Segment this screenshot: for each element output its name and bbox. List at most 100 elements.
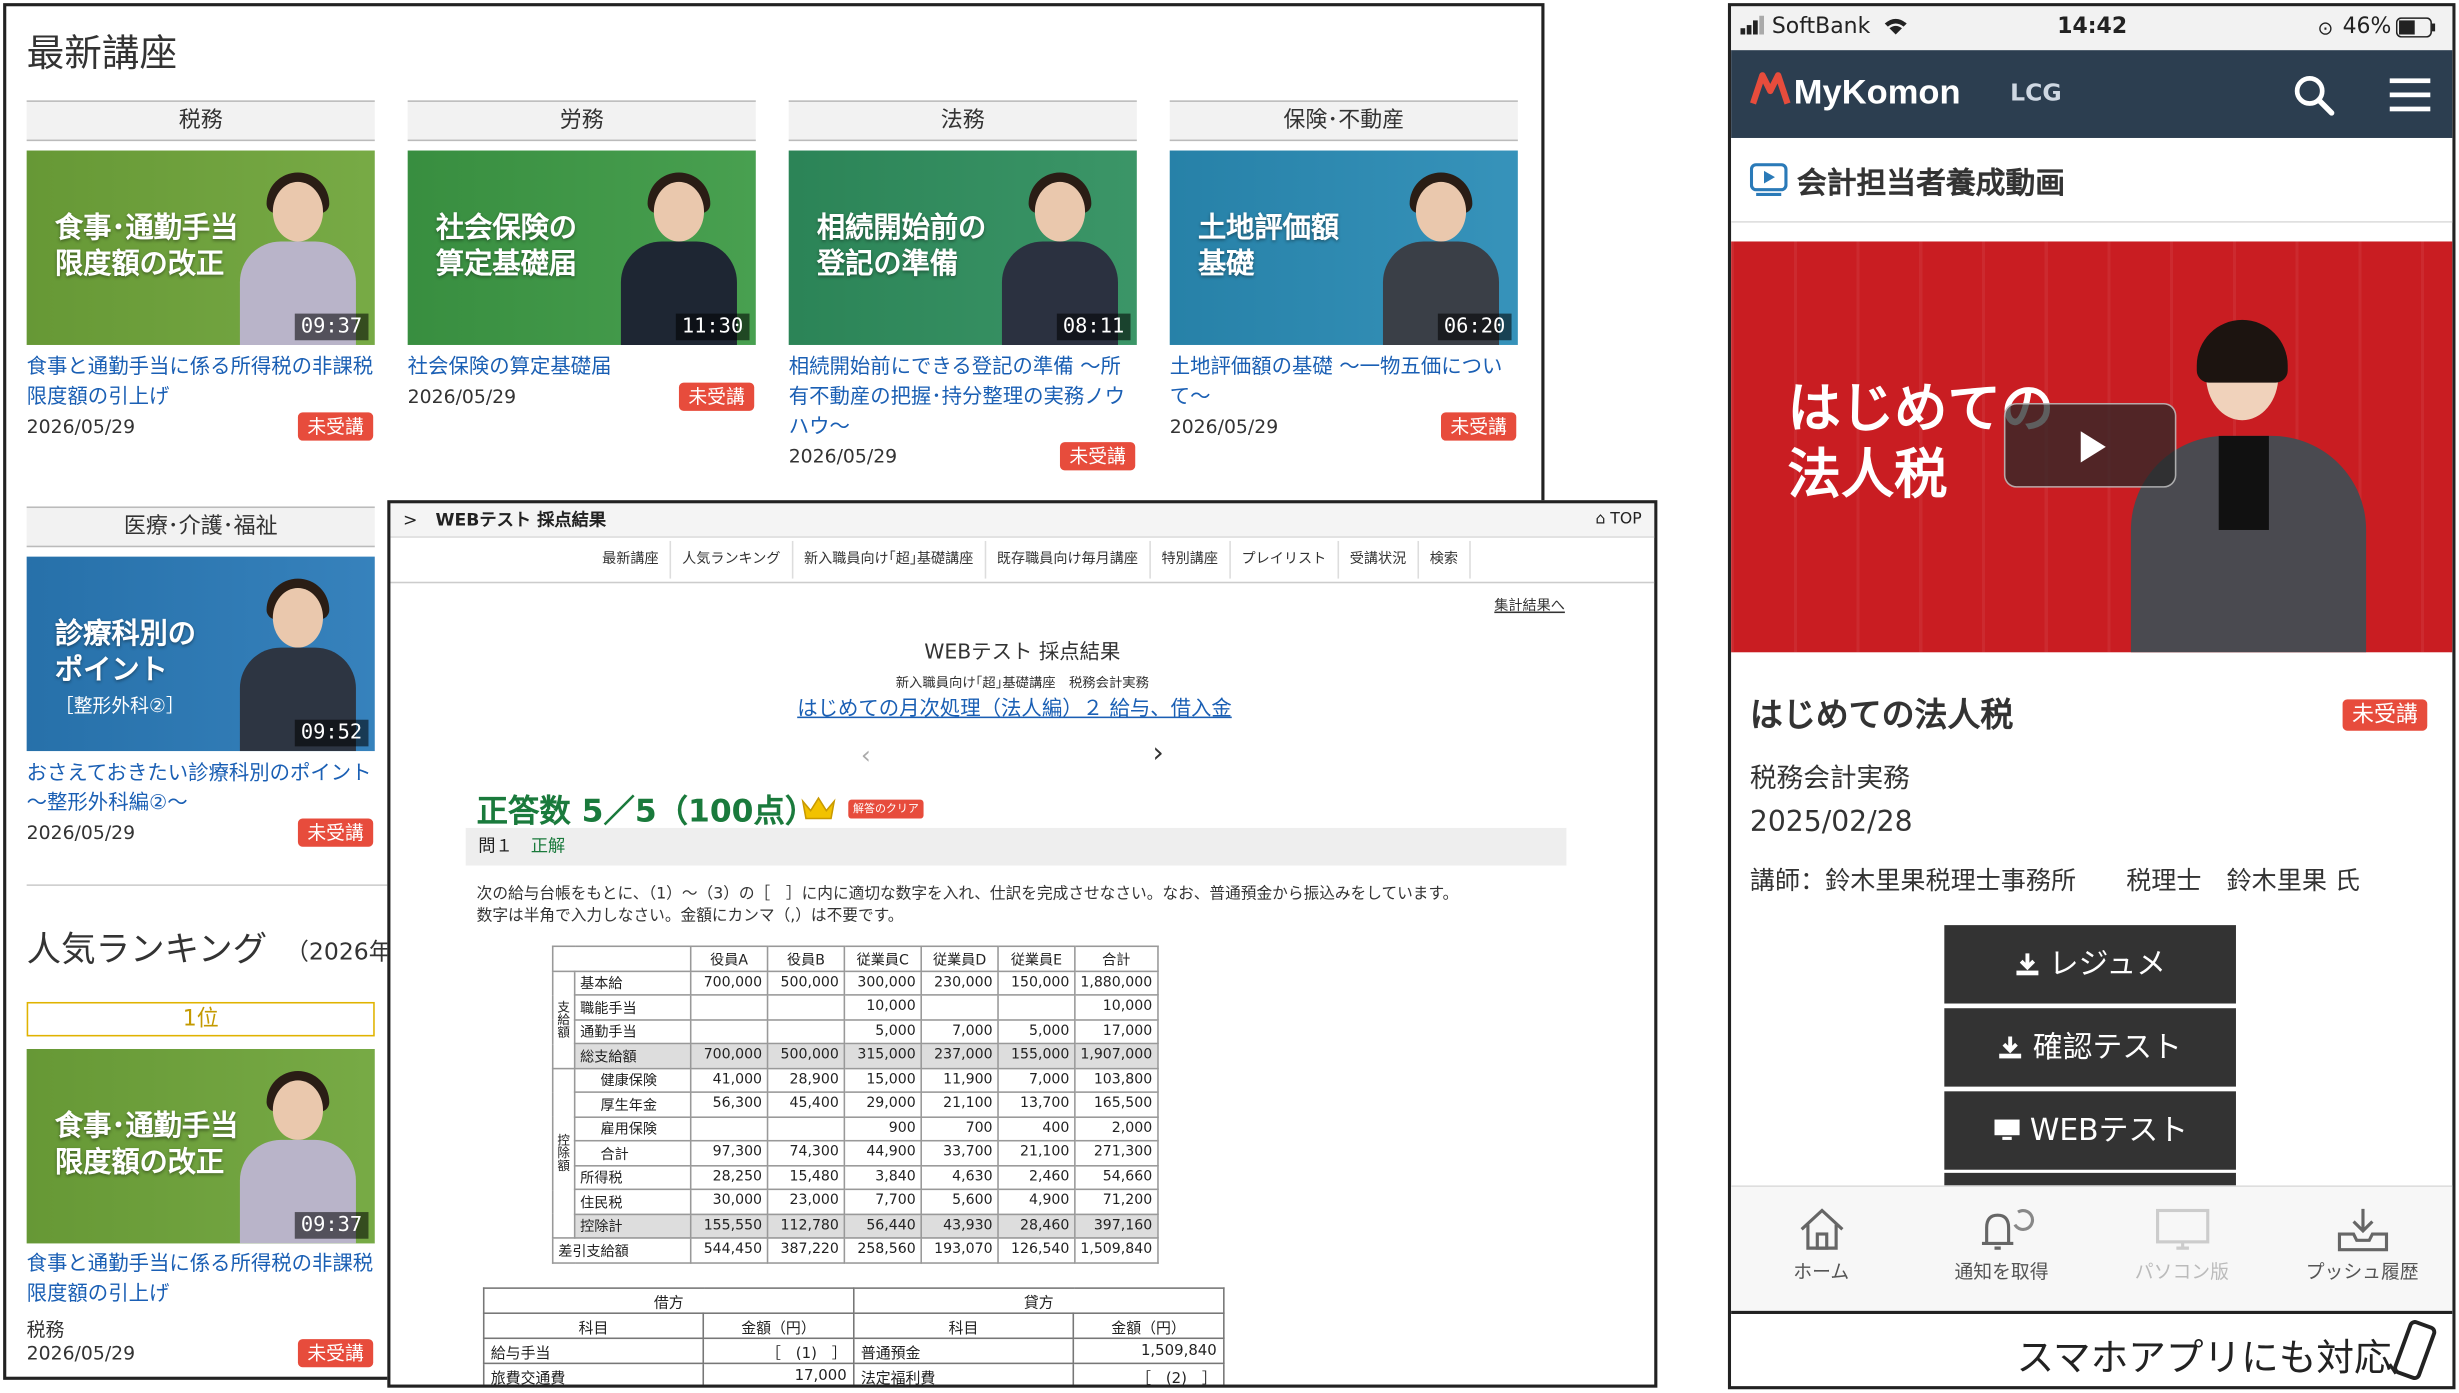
course-link[interactable]: 社会保険の算定基礎届 — [408, 353, 756, 383]
prev-arrow-icon[interactable]: ‹ — [861, 740, 871, 770]
play-icon — [2080, 431, 2106, 463]
cell: 258,560 — [843, 1237, 922, 1263]
table-row: 職能手当 10,000 10,000 — [553, 994, 1159, 1020]
nav-item[interactable]: 既存職員向け毎月講座 — [986, 540, 1151, 579]
salary-table-wrap: 役員A 役員B 従業員C 従業員D 従業員E 合計 支給額 基本給 700,000 500,000… — [551, 945, 1159, 1264]
thumbnail-title: 社会保険の 算定基礎届 — [435, 211, 578, 281]
table-row: 合計 97,300 74,300 44,900 33,700 21,100 271,300 — [553, 1139, 1159, 1166]
table-row: 通勤手当 5,000 7,000 5,000 17,000 — [553, 1018, 1159, 1045]
status-bar: SoftBank 14:42 ⊙ 46% — [1731, 6, 2453, 51]
row-label: 所得税 — [573, 1164, 692, 1191]
nav-item[interactable]: 検索 — [1419, 540, 1471, 579]
cell: 400 — [997, 1115, 1076, 1142]
journal-cell: 普通預金 — [852, 1337, 1075, 1365]
cell: 28,460 — [997, 1212, 1076, 1239]
ranking-date: 2026/05/29 — [26, 1342, 136, 1365]
journal-table-wrap: 借方 貸方 科目 金額（円） 科目 金額（円） 給与手当 ［ (1) ］ 普通預金 1,509,8… — [482, 1287, 1225, 1385]
menu-icon[interactable] — [2389, 75, 2431, 119]
page-title: WEBテスト 採点結果 — [924, 641, 1121, 665]
journal-cell[interactable]: ［ (1) ］ — [702, 1337, 855, 1365]
cell: 397,160 — [1074, 1212, 1159, 1239]
course-thumbnail[interactable]: 相続開始前の 登記の準備 08:11 — [788, 150, 1137, 345]
search-icon[interactable] — [2292, 74, 2336, 124]
nav-item[interactable]: 人気ランキング — [671, 540, 794, 579]
nav-item[interactable]: 特別講座 — [1151, 540, 1231, 579]
instructions: 次の給与台帳をもとに、（1）～（3）の［ ］に内に適切な数字を入れ、仕訳を完成さ… — [476, 885, 1459, 926]
status-badge: 未受講 — [297, 1339, 374, 1368]
duration: 09:37 — [294, 1212, 369, 1239]
video-player[interactable]: はじめての 法人税 — [1731, 241, 2453, 653]
credit-header: 貸方 — [852, 1287, 1225, 1314]
lcg-logo: LCG — [2010, 78, 2062, 107]
question-bar: 問１ 正解 — [465, 827, 1567, 866]
journal-cell[interactable]: ［ (2) ］ — [1072, 1362, 1225, 1385]
cell: 30,000 — [689, 1188, 769, 1215]
battery-icon — [2395, 17, 2437, 44]
cell — [766, 994, 846, 1020]
cell: 500,000 — [766, 969, 846, 996]
cell: 155,000 — [997, 1042, 1076, 1069]
header-cell: 従業員D — [920, 945, 999, 972]
tab-home[interactable]: ホーム — [1731, 1187, 1911, 1312]
top-link[interactable]: ⌂ TOP — [1595, 503, 1641, 537]
thumbnail-title: 相続開始前の 登記の準備 — [816, 211, 987, 281]
row-label: 雇用保険 — [573, 1115, 692, 1142]
row-label: 通勤手当 — [573, 1018, 692, 1045]
cell: 5,000 — [997, 1018, 1076, 1045]
tab-pc[interactable]: パソコン版 — [2092, 1187, 2272, 1312]
journal-subheader-row: 科目 金額（円） 科目 金額（円） — [482, 1312, 1225, 1340]
course-thumbnail[interactable]: 土地評価額 基礎 06:20 — [1169, 150, 1518, 345]
course-link[interactable]: おさえておきたい診療科別のポイント ～整形外科編②～ — [27, 759, 375, 819]
status-badge: 未受講 — [1059, 442, 1136, 471]
salary-ledger-table: 役員A 役員B 従業員C 従業員D 従業員E 合計 支給額 基本給 700,000 500,000… — [551, 945, 1159, 1264]
tab-push-history[interactable]: プッシュ履歴 — [2272, 1187, 2452, 1312]
aggregate-link[interactable]: 集計結果へ — [1494, 594, 1565, 615]
table-row: 雇用保険 900 700 400 2,000 — [553, 1115, 1159, 1142]
category-tab: 労務 — [407, 100, 756, 142]
cell: 56,440 — [843, 1212, 922, 1239]
cell: 71,200 — [1074, 1188, 1159, 1215]
wifi-icon — [1882, 16, 1910, 43]
duration: 08:11 — [1056, 313, 1131, 341]
header-cell: 合計 — [1074, 945, 1159, 972]
monitor-icon — [1993, 1119, 2019, 1140]
nav-item[interactable]: 受講状況 — [1339, 540, 1419, 579]
play-button[interactable] — [2003, 402, 2177, 488]
course-link[interactable]: 相続開始前にできる登記の準備 ～所有不動産の把握･持分整理の実務ノウハウ～ — [789, 353, 1137, 442]
ranking-thumbnail[interactable]: 食事･通勤手当 限度額の改正 09:37 — [26, 1048, 375, 1244]
nav-item[interactable]: 新入職員向け｢超｣基礎講座 — [793, 540, 986, 579]
confirm-test-button[interactable]: 確認テスト — [1944, 1008, 2236, 1087]
cell: 17,000 — [1074, 1018, 1159, 1045]
journal-header-row: 借方 貸方 — [482, 1287, 1225, 1314]
course-thumbnail[interactable]: 食事･通勤手当 限度額の改正 09:37 — [26, 150, 375, 345]
ranking-course-link[interactable]: 食事と通勤手当に係る所得税の非課税限度額の引上げ — [27, 1250, 375, 1310]
cell: 45,400 — [766, 1091, 846, 1118]
next-arrow-icon[interactable]: › — [1152, 737, 1163, 770]
header-cell: 役員A — [689, 945, 769, 972]
cell: 33,700 — [920, 1139, 999, 1166]
course-thumbnail[interactable]: 診療科別の ポイント ［整形外科②］ 09:52 — [26, 556, 375, 752]
web-test-button[interactable]: WEBテスト — [1944, 1091, 2236, 1170]
table-row: 支給額 基本給 700,000 500,000 300,000 230,000 150,00… — [551, 969, 1159, 1069]
resume-button[interactable]: レジュメ — [1944, 925, 2236, 1004]
course-link[interactable]: はじめての月次処理（法人編）２ 給与、借入金 — [390, 691, 1638, 722]
course-link[interactable]: 土地評価額の基礎 ～一物五価について～ — [1170, 353, 1518, 413]
nav-item[interactable]: 最新講座 — [591, 540, 672, 579]
cell — [997, 994, 1076, 1020]
cell: 15,000 — [843, 1067, 922, 1093]
cell: 103,800 — [1074, 1067, 1159, 1093]
cell: 5,000 — [843, 1018, 922, 1045]
course-link[interactable]: 食事と通勤手当に係る所得税の非課税限度額の引上げ — [27, 353, 375, 413]
table-row: 所得税 28,250 15,480 3,840 4,630 2,460 54,660 — [553, 1164, 1159, 1191]
cell: 23,000 — [766, 1188, 846, 1215]
tab-notify[interactable]: 通知を取得 — [1911, 1187, 2091, 1312]
subject-header: 科目 — [482, 1312, 705, 1340]
cell — [766, 1018, 846, 1045]
cell: 1,880,000 — [1074, 969, 1159, 996]
course-thumbnail[interactable]: 社会保険の 算定基礎届 11:30 — [407, 150, 756, 345]
nav-item[interactable]: プレイリスト — [1231, 540, 1339, 579]
footer-banner: スマホアプリにも対応 — [1731, 1310, 2453, 1387]
battery-percent: 46% — [2342, 14, 2392, 40]
app-header: MyKomon LCG — [1731, 50, 2453, 138]
video-icon — [1749, 163, 1788, 204]
